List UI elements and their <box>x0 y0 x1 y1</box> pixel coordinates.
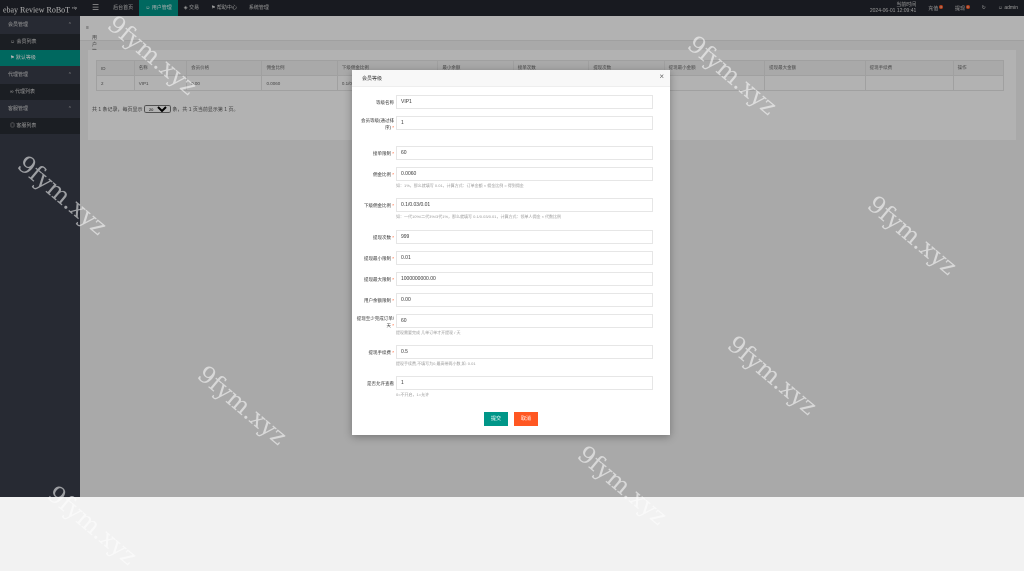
member-level-dialog: 会员等级 × 等级名称会员等级(通过排序) *接单限制 *佣金比例 *如：1%，… <box>352 70 670 435</box>
level-order-input[interactable] <box>396 116 653 130</box>
withdraw-fee-input[interactable] <box>396 345 653 359</box>
submit-button[interactable]: 提交 <box>484 412 508 426</box>
balance-limit-label: 用户余额限制 * <box>356 297 394 304</box>
min-orders-per-day-hint: 提现需要完成 几单订单才开提现 / 天 <box>396 330 461 335</box>
required-marker: * <box>390 350 394 355</box>
close-icon[interactable]: × <box>659 72 664 81</box>
commission-rate-label-text: 佣金比例 <box>372 172 391 177</box>
withdraw-fee-hint: 提现手续费,不填写为0,最高带两小数,如: 0.01 <box>396 361 476 366</box>
required-marker: * <box>390 172 394 177</box>
level-order-label: 会员等级(通过排序) * <box>356 117 394 131</box>
allow-view-input[interactable] <box>396 376 653 390</box>
commission-rate-hint: 如：1%，那么就填写 0.01，计算方式：订单金额 × 佣金比例 = 得到佣金 <box>396 183 524 188</box>
withdraw-count-label: 提现次数 * <box>356 234 394 241</box>
allow-view-label-text: 是否允许查看 <box>367 381 394 386</box>
required-marker: * <box>390 277 394 282</box>
withdraw-fee-label: 提现手续费 * <box>356 349 394 356</box>
order-limit-input[interactable] <box>396 146 653 160</box>
allow-view-label: 是否允许查看 <box>356 380 394 387</box>
order-limit-label: 接单限制 * <box>356 150 394 157</box>
withdraw-min-label: 提现最小限制 * <box>356 255 394 262</box>
level-name-input[interactable] <box>396 95 653 109</box>
required-marker: * <box>390 151 394 156</box>
level-name-label: 等级名称 <box>356 99 394 106</box>
allow-view-hint: 0=不开启，1=允许 <box>396 392 430 397</box>
commission-rate-label: 佣金比例 * <box>356 171 394 178</box>
min-orders-per-day-label-text: 提现至少完成订单/天 <box>356 316 394 328</box>
required-marker: * <box>390 256 394 261</box>
withdraw-max-input[interactable] <box>396 272 653 286</box>
cancel-button[interactable]: 取消 <box>514 412 538 426</box>
sub-commission-rate-input[interactable] <box>396 198 653 212</box>
required-marker: * <box>390 203 394 208</box>
balance-limit-label-text: 用户余额限制 <box>363 298 391 303</box>
withdraw-max-label: 提现最大限制 * <box>356 276 394 283</box>
required-marker: * <box>390 323 394 328</box>
withdraw-min-input[interactable] <box>396 251 653 265</box>
withdraw-max-label-text: 提现最大限制 <box>363 277 391 282</box>
withdraw-count-label-text: 提现次数 <box>372 235 391 240</box>
sub-commission-rate-hint: 如：一代10%/二代3%/3代1%，那么就填写 0.1/0.03/0.01，计算… <box>396 214 562 219</box>
level-order-label-text: 会员等级(通过排序) <box>361 118 394 130</box>
min-orders-per-day-input[interactable] <box>396 314 653 328</box>
required-marker: * <box>390 298 394 303</box>
dialog-header: 会员等级 × <box>352 70 670 87</box>
withdraw-min-label-text: 提现最小限制 <box>363 256 391 261</box>
level-name-label-text: 等级名称 <box>376 100 394 105</box>
commission-rate-input[interactable] <box>396 167 653 181</box>
required-marker: * <box>390 125 394 130</box>
order-limit-label-text: 接单限制 <box>372 151 391 156</box>
sub-commission-rate-label: 下级佣金比例 * <box>356 202 394 209</box>
withdraw-count-input[interactable] <box>396 230 653 244</box>
dialog-title: 会员等级 <box>362 76 383 82</box>
withdraw-fee-label-text: 提现手续费 <box>368 350 391 355</box>
min-orders-per-day-label: 提现至少完成订单/天 * <box>356 315 394 329</box>
required-marker: * <box>390 235 394 240</box>
balance-limit-input[interactable] <box>396 293 653 307</box>
sub-commission-rate-label-text: 下级佣金比例 <box>363 203 391 208</box>
